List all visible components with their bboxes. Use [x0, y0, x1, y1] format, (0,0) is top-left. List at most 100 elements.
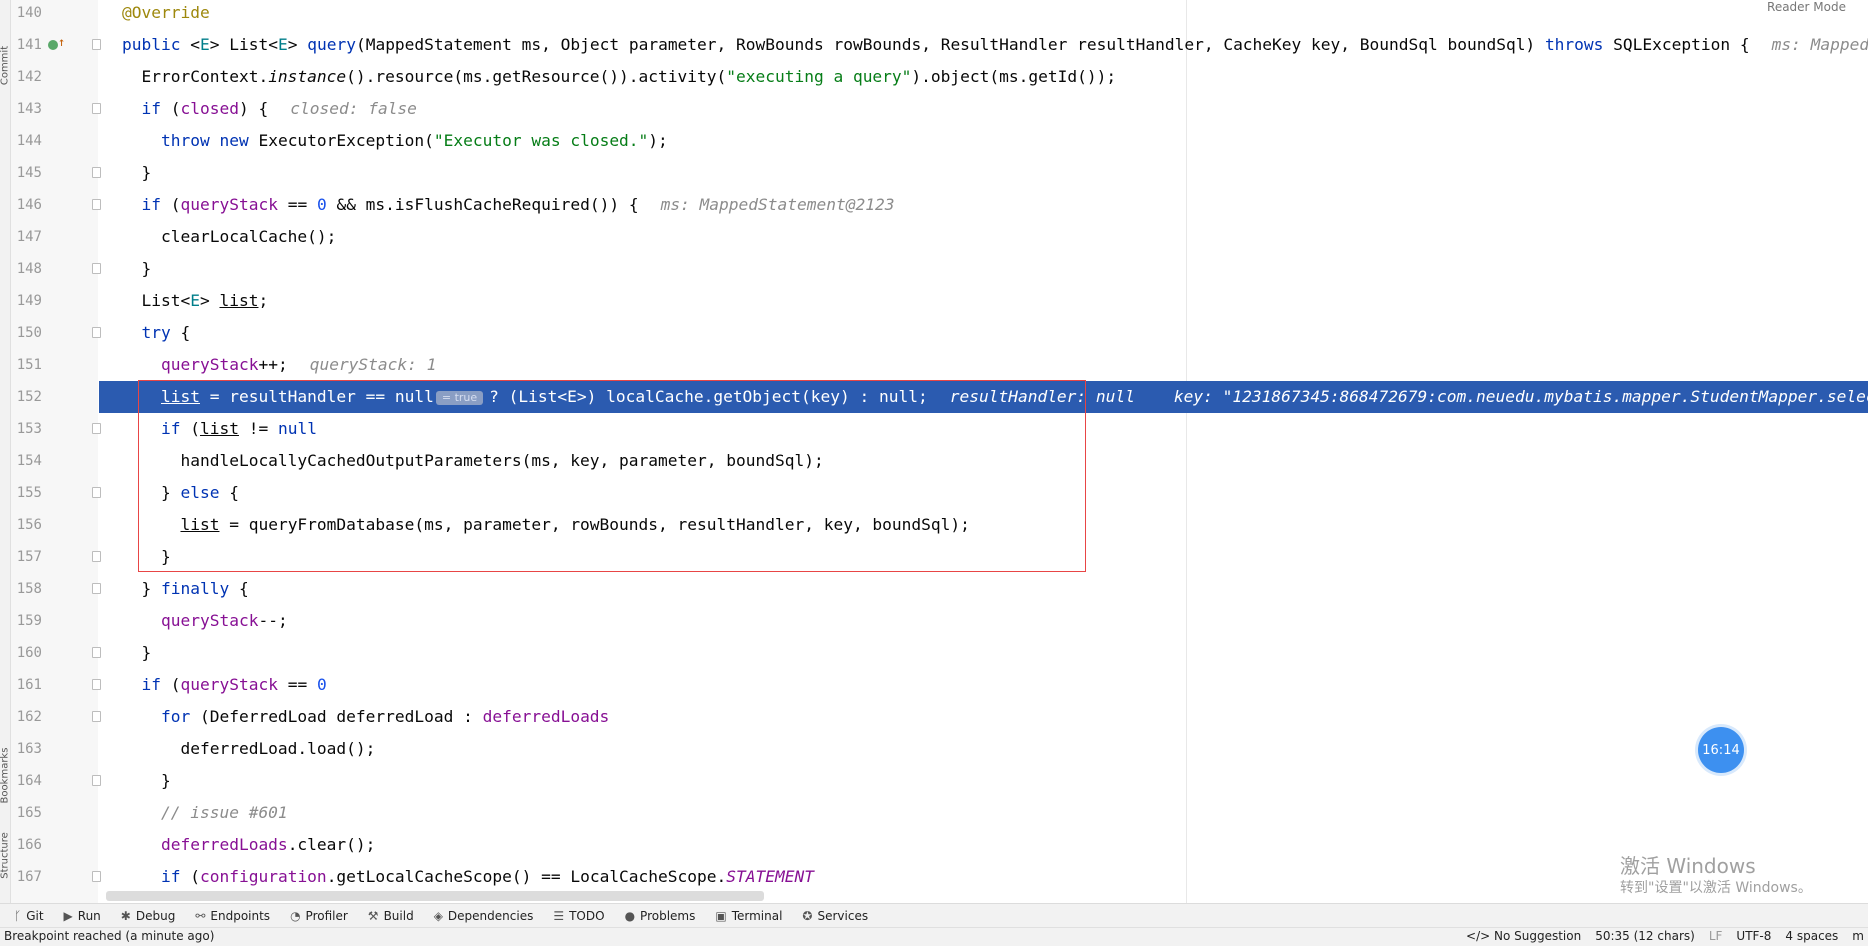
tool-window-dependencies[interactable]: ◈ Dependencies — [434, 909, 534, 923]
code-line[interactable]: 153 if (list != null — [0, 413, 1868, 445]
code-line[interactable]: 150 try { — [0, 317, 1868, 349]
code-line[interactable]: 163 deferredLoad.load(); — [0, 733, 1868, 765]
code-text: list = resultHandler == null = true? (Lis… — [122, 381, 1868, 413]
fold-icon[interactable] — [92, 775, 101, 786]
code-line[interactable]: 164 } — [0, 765, 1868, 797]
line-number[interactable]: 157 — [12, 541, 42, 573]
line-number[interactable]: 152 — [12, 381, 42, 413]
tool-window-profiler[interactable]: ◔ Profiler — [290, 909, 348, 923]
trailing-indicator[interactable]: m — [1852, 929, 1864, 943]
indent-setting[interactable]: 4 spaces — [1785, 929, 1838, 943]
fold-icon[interactable] — [92, 679, 101, 690]
tool-window-services[interactable]: ✪ Services — [802, 909, 868, 923]
line-number[interactable]: 155 — [12, 477, 42, 509]
line-number[interactable]: 161 — [12, 669, 42, 701]
code-line[interactable]: 148 } — [0, 253, 1868, 285]
fold-icon[interactable] — [92, 647, 101, 658]
fold-icon[interactable] — [92, 487, 101, 498]
tool-window-problems[interactable]: ● Problems — [625, 909, 696, 923]
line-number[interactable]: 150 — [12, 317, 42, 349]
code-line[interactable]: 160 } — [0, 637, 1868, 669]
code-line[interactable]: 166 deferredLoads.clear(); — [0, 829, 1868, 861]
tool-window-label: Run — [77, 909, 101, 923]
todo-icon: ☰ — [553, 909, 565, 923]
code-line[interactable]: 165 // issue #601 — [0, 797, 1868, 829]
code-editor[interactable]: Commit Bookmarks Structure 140 @Override 1… — [0, 0, 1868, 903]
code-line[interactable]: 145 } — [0, 157, 1868, 189]
fold-icon[interactable] — [92, 551, 101, 562]
floating-timer-badge[interactable]: 16:14 — [1698, 727, 1744, 773]
line-number[interactable]: 142 — [12, 61, 42, 93]
code-suggestion-status[interactable]: </> No Suggestion — [1466, 929, 1581, 943]
code-line[interactable]: 140 @Override — [0, 0, 1868, 29]
code-line[interactable]: 144 throw new ExecutorException("Executo… — [0, 125, 1868, 157]
line-number[interactable]: 140 — [12, 0, 42, 29]
fold-icon[interactable] — [92, 167, 101, 178]
implements-arrow-icon[interactable]: ↑ — [58, 35, 65, 49]
horizontal-scrollbar[interactable] — [106, 891, 764, 901]
override-marker-icon[interactable] — [48, 40, 58, 50]
code-line[interactable]: 162 for (DeferredLoad deferredLoad : def… — [0, 701, 1868, 733]
tool-window-debug[interactable]: ✱ Debug — [121, 909, 176, 923]
code-line[interactable]: 147 clearLocalCache(); — [0, 221, 1868, 253]
code-line[interactable]: 146 if (queryStack == 0 && ms.isFlushCac… — [0, 189, 1868, 221]
fold-icon[interactable] — [92, 199, 101, 210]
tool-window-build[interactable]: ⚒ Build — [368, 909, 414, 923]
fold-icon[interactable] — [92, 423, 101, 434]
line-number[interactable]: 146 — [12, 189, 42, 221]
fold-icon[interactable] — [92, 327, 101, 338]
tool-window-label: Terminal — [731, 909, 783, 923]
code-line[interactable]: 167 if (configuration.getLocalCacheScope… — [0, 861, 1868, 893]
code-line[interactable]: 157 } — [0, 541, 1868, 573]
line-number[interactable]: 158 — [12, 573, 42, 605]
fold-icon[interactable] — [92, 583, 101, 594]
fold-icon[interactable] — [92, 711, 101, 722]
line-number[interactable]: 141 — [12, 29, 42, 61]
tool-window-todo[interactable]: ☰ TODO — [553, 909, 604, 923]
code-line[interactable]: 156 list = queryFromDatabase(ms, paramet… — [0, 509, 1868, 541]
fold-icon[interactable] — [92, 103, 101, 114]
code-text: queryStack--; — [160, 611, 288, 630]
line-number[interactable]: 147 — [12, 221, 42, 253]
line-number[interactable]: 162 — [12, 701, 42, 733]
fold-icon[interactable] — [92, 871, 101, 882]
code-line[interactable]: 161 if (queryStack == 0 — [0, 669, 1868, 701]
code-line[interactable]: 154 handleLocallyCachedOutputParameters(… — [0, 445, 1868, 477]
code-line[interactable]: 152 list = resultHandler == null = true? … — [0, 381, 1868, 413]
code-line[interactable]: 141 ↑ public <E> List<E> query(MappedState… — [0, 29, 1868, 61]
code-text: handleLocallyCachedOutputParameters(ms, … — [122, 451, 824, 470]
line-number[interactable]: 154 — [12, 445, 42, 477]
code-line[interactable]: 155 } else { — [0, 477, 1868, 509]
line-number[interactable]: 148 — [12, 253, 42, 285]
line-number[interactable]: 149 — [12, 285, 42, 317]
code-line[interactable]: 158 } finally { — [0, 573, 1868, 605]
file-encoding[interactable]: UTF-8 — [1736, 929, 1771, 943]
tool-window-run[interactable]: ▶ Run — [64, 909, 101, 923]
line-number[interactable]: 151 — [12, 349, 42, 381]
tool-window-git[interactable]: ᚴ Git — [14, 909, 44, 923]
code-line[interactable]: 159 queryStack--; — [0, 605, 1868, 637]
line-separator[interactable]: LF — [1709, 929, 1723, 943]
line-number[interactable]: 167 — [12, 861, 42, 893]
line-number[interactable]: 165 — [12, 797, 42, 829]
line-number[interactable]: 164 — [12, 765, 42, 797]
line-number[interactable]: 163 — [12, 733, 42, 765]
code-line[interactable]: 149 List<E> list; — [0, 285, 1868, 317]
fold-icon[interactable] — [92, 263, 101, 274]
code-line[interactable]: 151 queryStack++; queryStack: 1 — [0, 349, 1868, 381]
line-number[interactable]: 153 — [12, 413, 42, 445]
line-number[interactable]: 143 — [12, 93, 42, 125]
fold-icon[interactable] — [92, 39, 101, 50]
caret-position[interactable]: 50:35 (12 chars) — [1595, 929, 1695, 943]
line-number[interactable]: 145 — [12, 157, 42, 189]
tool-window-endpoints[interactable]: ⚯ Endpoints — [195, 909, 270, 923]
line-number[interactable]: 144 — [12, 125, 42, 157]
line-number[interactable]: 160 — [12, 637, 42, 669]
code-line[interactable]: 142 ErrorContext.instance().resource(ms.… — [0, 61, 1868, 93]
reader-mode-button[interactable]: Reader Mode — [1767, 0, 1846, 14]
line-number[interactable]: 166 — [12, 829, 42, 861]
code-line[interactable]: 143 if (closed) {closed: false — [0, 93, 1868, 125]
tool-window-terminal[interactable]: ▣ Terminal — [715, 909, 782, 923]
line-number[interactable]: 159 — [12, 605, 42, 637]
line-number[interactable]: 156 — [12, 509, 42, 541]
